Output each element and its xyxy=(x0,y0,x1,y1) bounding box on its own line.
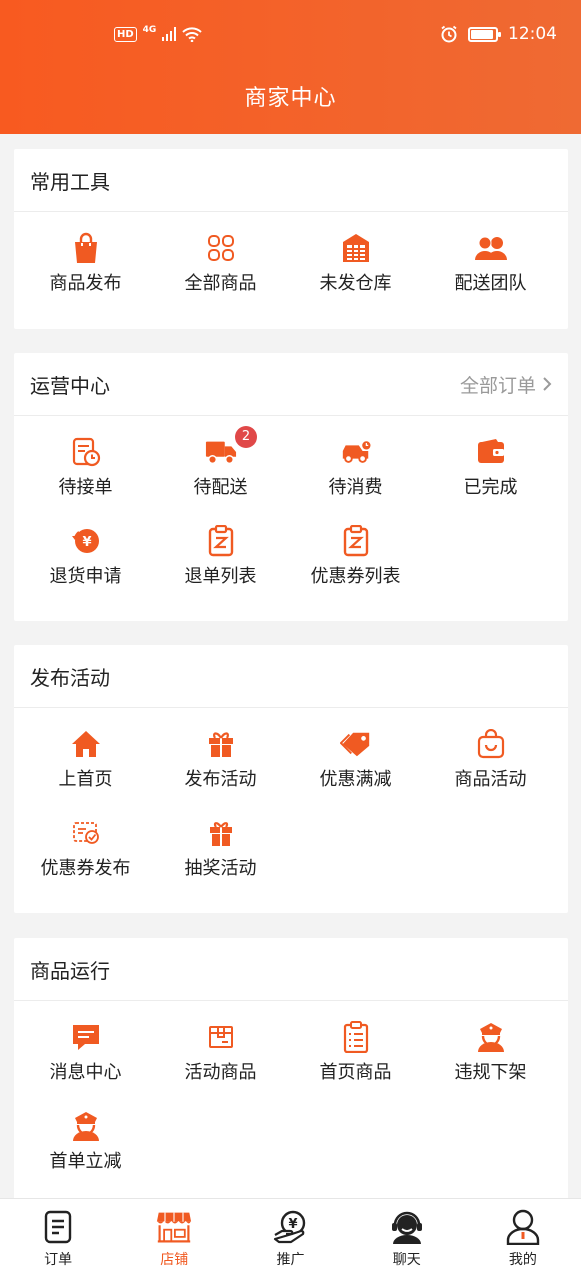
goods-item-violation-removed[interactable]: 违规下架 xyxy=(423,1001,558,1090)
shopping-bag-icon xyxy=(70,232,102,264)
ops-item-coupon-list[interactable]: 优惠券列表 xyxy=(288,505,423,594)
wallet-icon xyxy=(475,436,507,468)
police-icon xyxy=(70,1110,102,1142)
activity-title: 发布活动 xyxy=(30,665,110,690)
svg-text:¥: ¥ xyxy=(288,1217,297,1232)
delivery-car-icon xyxy=(340,436,372,468)
message-icon xyxy=(70,1021,102,1053)
tool-item-all-goods[interactable]: 全部商品 xyxy=(153,212,288,301)
goods-item-activity-goods[interactable]: 活动商品 xyxy=(153,1001,288,1090)
bottom-tab-bar: 订单 店铺 ¥ 推广 聊天 我的 xyxy=(0,1198,581,1278)
police-icon xyxy=(475,1021,507,1053)
home-icon xyxy=(70,728,102,760)
clock-time: 12:04 xyxy=(508,24,557,44)
tag-icon xyxy=(339,728,372,760)
tab-orders[interactable]: 订单 xyxy=(0,1199,116,1278)
activity-item-goods-activity[interactable]: 商品活动 xyxy=(423,708,558,797)
coupon-check-icon xyxy=(70,817,102,849)
grid-icon xyxy=(205,232,237,264)
ops-item-completed[interactable]: 已完成 xyxy=(423,416,558,505)
goods-card: 商品运行 消息中心 活动商品 首页商品 违规下架 首单立减 xyxy=(14,938,568,1200)
lottery-gift-icon xyxy=(205,817,237,849)
clipboard-list-icon xyxy=(205,525,237,557)
battery-icon xyxy=(468,26,501,42)
ops-item-pending-delivery[interactable]: 2 待配送 xyxy=(153,416,288,505)
goods-item-first-order-discount[interactable]: 首单立减 xyxy=(18,1090,153,1179)
page-title: 商家中心 xyxy=(244,86,337,111)
hd-icon: HD xyxy=(114,26,137,42)
headset-icon xyxy=(389,1209,425,1245)
tools-card: 常用工具 商品发布 全部商品 未发仓库 配送团队 xyxy=(14,149,568,329)
delivery-count-badge: 2 xyxy=(235,426,257,448)
tool-item-team[interactable]: 配送团队 xyxy=(423,212,558,301)
clipboard-icon xyxy=(340,1021,372,1053)
activity-card: 发布活动 上首页 发布活动 优惠满减 商品活动 优惠券发布 抽奖活动 xyxy=(14,645,568,913)
ops-item-pending-consume[interactable]: 待消费 xyxy=(288,416,423,505)
signal-icon xyxy=(162,27,177,41)
all-orders-link[interactable]: 全部订单 xyxy=(460,371,552,398)
tools-title: 常用工具 xyxy=(30,169,110,194)
app-header: HD 4G 12:04 商家中心 xyxy=(0,0,581,134)
document-icon xyxy=(40,1209,76,1245)
team-icon xyxy=(474,232,507,264)
activity-item-publish[interactable]: 发布活动 xyxy=(153,708,288,797)
ops-item-return-list[interactable]: 退单列表 xyxy=(153,505,288,594)
refund-icon: ¥ xyxy=(70,525,102,557)
tab-chat[interactable]: 聊天 xyxy=(349,1199,465,1278)
box-icon xyxy=(205,1021,237,1053)
activity-item-coupon-publish[interactable]: 优惠券发布 xyxy=(18,797,153,886)
ops-item-pending-accept[interactable]: 待接单 xyxy=(18,416,153,505)
goods-title: 商品运行 xyxy=(30,958,110,983)
ops-title: 运营中心 xyxy=(30,373,110,398)
tab-mine[interactable]: 我的 xyxy=(465,1199,581,1278)
tab-promote[interactable]: ¥ 推广 xyxy=(232,1199,348,1278)
basket-icon xyxy=(475,728,507,760)
tool-item-warehouse[interactable]: 未发仓库 xyxy=(288,212,423,301)
goods-item-messages[interactable]: 消息中心 xyxy=(18,1001,153,1090)
svg-text:¥: ¥ xyxy=(82,535,91,550)
yuan-hand-icon: ¥ xyxy=(273,1209,309,1245)
activity-item-homepage[interactable]: 上首页 xyxy=(18,708,153,797)
ops-item-return-request[interactable]: ¥ 退货申请 xyxy=(18,505,153,594)
ops-card: 运营中心 全部订单 待接单 2 待配送 待消费 已完成 ¥ 退货申请 退单列表 … xyxy=(14,353,568,621)
gift-icon xyxy=(205,728,237,760)
user-icon xyxy=(505,1209,541,1245)
wifi-icon xyxy=(182,27,203,42)
truck-icon xyxy=(205,436,237,468)
goods-item-homepage-goods[interactable]: 首页商品 xyxy=(288,1001,423,1090)
alarm-icon xyxy=(441,25,457,43)
storefront-icon xyxy=(156,1209,192,1245)
activity-item-full-reduction[interactable]: 优惠满减 xyxy=(288,708,423,797)
network-label: 4G xyxy=(142,25,157,35)
tool-item-publish[interactable]: 商品发布 xyxy=(18,212,153,301)
chevron-right-icon xyxy=(543,377,552,391)
receipt-clock-icon xyxy=(70,436,102,468)
tab-store[interactable]: 店铺 xyxy=(116,1199,232,1278)
status-bar: HD 4G 12:04 xyxy=(0,0,581,70)
coupon-list-icon xyxy=(340,525,372,557)
warehouse-icon xyxy=(340,232,372,264)
activity-item-lottery[interactable]: 抽奖活动 xyxy=(153,797,288,886)
